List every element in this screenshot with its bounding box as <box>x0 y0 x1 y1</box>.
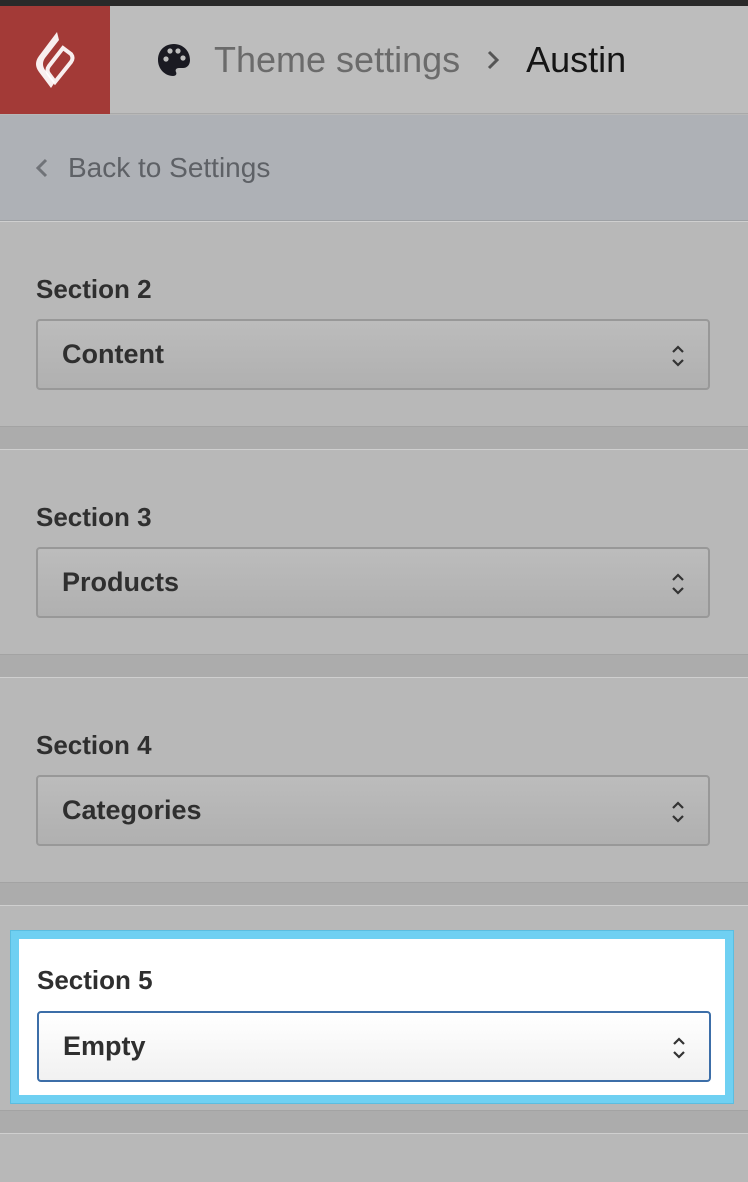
section-6-panel <box>0 1133 748 1182</box>
select-value: Categories <box>62 795 202 825</box>
section-label: Section 3 <box>36 502 152 532</box>
section-3-panel: Section 3 Products <box>0 449 748 655</box>
section-2-panel: Section 2 Content <box>0 221 748 427</box>
breadcrumb: Theme settings Austin <box>156 39 626 81</box>
section-label: Section 5 <box>37 965 153 995</box>
section-3-select[interactable]: Products <box>36 547 710 618</box>
select-value: Products <box>62 567 180 597</box>
select-arrows-icon <box>673 1037 685 1059</box>
chevron-left-icon <box>35 158 48 177</box>
select-value: Empty <box>63 1031 146 1061</box>
section-divider <box>0 1111 748 1133</box>
section-label: Section 2 <box>36 274 152 304</box>
select-value: Content <box>62 339 164 369</box>
section-divider <box>0 883 748 905</box>
section-5-select[interactable]: Empty <box>37 1011 711 1082</box>
select-arrows-icon <box>672 801 684 823</box>
header: Theme settings Austin <box>0 5 748 114</box>
select-arrows-icon <box>672 573 684 595</box>
lightspeed-logo[interactable] <box>0 5 110 114</box>
breadcrumb-current: Austin <box>526 38 627 80</box>
section-label: Section 4 <box>36 730 152 760</box>
select-arrows-icon <box>672 345 684 367</box>
palette-icon <box>158 43 190 76</box>
chevron-right-icon <box>488 50 500 69</box>
back-to-settings-link[interactable]: Back to Settings <box>0 115 748 221</box>
section-divider <box>0 427 748 449</box>
section-4-select[interactable]: Categories <box>36 775 710 846</box>
breadcrumb-theme-settings[interactable]: Theme settings <box>214 39 460 81</box>
section-divider <box>0 655 748 677</box>
back-label: Back to Settings <box>68 151 271 183</box>
section-5-card: Section 5 Empty <box>19 939 725 1095</box>
section-5-highlight: Section 5 Empty <box>10 930 734 1104</box>
section-4-panel: Section 4 Categories <box>0 677 748 883</box>
section-2-select[interactable]: Content <box>36 319 710 390</box>
flame-logo-icon <box>36 31 75 88</box>
